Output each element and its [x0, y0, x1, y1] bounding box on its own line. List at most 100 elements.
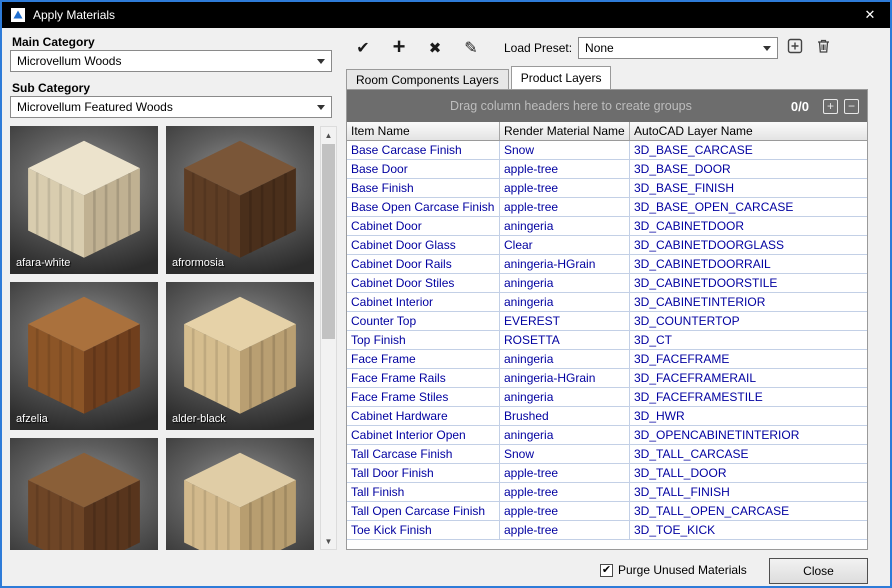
table-row[interactable]: Base Door apple-tree 3D_BASE_DOOR: [347, 160, 867, 179]
column-header[interactable]: Item Name: [347, 122, 500, 140]
table-cell[interactable]: apple-tree: [500, 521, 630, 540]
table-cell[interactable]: Tall Door Finish: [347, 464, 500, 483]
table-row[interactable]: Counter Top EVEREST 3D_COUNTERTOP: [347, 312, 867, 331]
table-cell[interactable]: ROSETTA: [500, 331, 630, 350]
table-cell[interactable]: Cabinet Interior: [347, 293, 500, 312]
table-cell[interactable]: Face Frame Rails: [347, 369, 500, 388]
table-cell[interactable]: 3D_CABINETDOORSTILE: [630, 274, 867, 293]
material-thumbnail[interactable]: [10, 438, 158, 550]
table-row[interactable]: Tall Finish apple-tree 3D_TALL_FINISH: [347, 483, 867, 502]
tab-product-layers[interactable]: Product Layers: [510, 66, 612, 89]
table-cell[interactable]: 3D_TALL_DOOR: [630, 464, 867, 483]
table-cell[interactable]: Cabinet Door Rails: [347, 255, 500, 274]
table-cell[interactable]: Tall Carcase Finish: [347, 445, 500, 464]
table-row[interactable]: Toe Kick Finish apple-tree 3D_TOE_KICK: [347, 521, 867, 540]
table-cell[interactable]: apple-tree: [500, 198, 630, 217]
title-bar[interactable]: Apply Materials ✕: [2, 2, 890, 28]
save-preset-button[interactable]: [784, 37, 806, 59]
table-cell[interactable]: 3D_FACEFRAME: [630, 350, 867, 369]
table-cell[interactable]: 3D_CABINETDOORGLASS: [630, 236, 867, 255]
table-cell[interactable]: apple-tree: [500, 160, 630, 179]
edit-button[interactable]: ✎: [456, 35, 486, 61]
table-cell[interactable]: Tall Open Carcase Finish: [347, 502, 500, 521]
column-header[interactable]: Render Material Name: [500, 122, 630, 140]
table-cell[interactable]: Cabinet Interior Open: [347, 426, 500, 445]
table-cell[interactable]: apple-tree: [500, 483, 630, 502]
table-cell[interactable]: Snow: [500, 445, 630, 464]
table-row[interactable]: Tall Open Carcase Finish apple-tree 3D_TAL…: [347, 502, 867, 521]
table-cell[interactable]: apple-tree: [500, 179, 630, 198]
scroll-down-arrow[interactable]: ▼: [321, 533, 336, 549]
table-row[interactable]: Face Frame Rails aningeria-HGrain 3D_FACEF…: [347, 369, 867, 388]
table-cell[interactable]: 3D_CT: [630, 331, 867, 350]
table-row[interactable]: Cabinet Door Rails aningeria-HGrain 3D_CAB…: [347, 255, 867, 274]
table-cell[interactable]: 3D_HWR: [630, 407, 867, 426]
table-cell[interactable]: aningeria: [500, 350, 630, 369]
table-cell[interactable]: aningeria: [500, 293, 630, 312]
close-window-button[interactable]: ✕: [850, 2, 890, 28]
expand-all-button[interactable]: +: [823, 98, 838, 114]
delete-preset-button[interactable]: [812, 37, 834, 59]
table-row[interactable]: Base Carcase Finish Snow 3D_BASE_CARCASE: [347, 141, 867, 160]
table-cell[interactable]: 3D_CABINETINTERIOR: [630, 293, 867, 312]
close-button[interactable]: Close: [769, 558, 868, 584]
table-row[interactable]: Cabinet Hardware Brushed 3D_HWR: [347, 407, 867, 426]
table-cell[interactable]: 3D_TALL_FINISH: [630, 483, 867, 502]
material-thumbnail[interactable]: afrormosia: [166, 126, 314, 274]
purge-unused-materials-checkbox[interactable]: ✔ Purge Unused Materials: [600, 563, 747, 577]
apply-button[interactable]: ✔: [348, 35, 378, 61]
table-cell[interactable]: 3D_TOE_KICK: [630, 521, 867, 540]
table-cell[interactable]: 3D_COUNTERTOP: [630, 312, 867, 331]
preset-dropdown[interactable]: None: [578, 37, 779, 59]
table-row[interactable]: Face Frame Stiles aningeria 3D_FACEFRAMEST…: [347, 388, 867, 407]
table-cell[interactable]: Base Carcase Finish: [347, 141, 500, 160]
table-cell[interactable]: aningeria: [500, 388, 630, 407]
group-by-bar[interactable]: Drag column headers here to create group…: [347, 90, 867, 122]
tab-room-components-layers[interactable]: Room Components Layers: [346, 69, 509, 89]
table-row[interactable]: Face Frame aningeria 3D_FACEFRAME: [347, 350, 867, 369]
table-cell[interactable]: Cabinet Door Stiles: [347, 274, 500, 293]
collapse-all-button[interactable]: −: [844, 98, 859, 114]
table-cell[interactable]: 3D_CABINETDOOR: [630, 217, 867, 236]
table-cell[interactable]: Snow: [500, 141, 630, 160]
table-cell[interactable]: apple-tree: [500, 502, 630, 521]
table-cell[interactable]: Cabinet Door: [347, 217, 500, 236]
table-row[interactable]: Cabinet Interior aningeria 3D_CABINETINTER…: [347, 293, 867, 312]
table-cell[interactable]: Base Door: [347, 160, 500, 179]
table-cell[interactable]: Clear: [500, 236, 630, 255]
table-cell[interactable]: Counter Top: [347, 312, 500, 331]
table-row[interactable]: Cabinet Door aningeria 3D_CABINETDOOR: [347, 217, 867, 236]
scrollbar-thumb[interactable]: [322, 144, 335, 339]
table-cell[interactable]: aningeria: [500, 217, 630, 236]
table-cell[interactable]: Top Finish: [347, 331, 500, 350]
sub-category-dropdown[interactable]: Microvellum Featured Woods: [10, 96, 332, 118]
add-button[interactable]: +: [384, 34, 414, 61]
table-row[interactable]: Tall Door Finish apple-tree 3D_TALL_DOOR: [347, 464, 867, 483]
table-cell[interactable]: 3D_TALL_OPEN_CARCASE: [630, 502, 867, 521]
table-cell[interactable]: Toe Kick Finish: [347, 521, 500, 540]
delete-button[interactable]: ✖: [420, 35, 450, 61]
table-row[interactable]: Cabinet Door Stiles aningeria 3D_CABINETDO…: [347, 274, 867, 293]
table-cell[interactable]: EVEREST: [500, 312, 630, 331]
table-cell[interactable]: Face Frame Stiles: [347, 388, 500, 407]
table-cell[interactable]: aningeria-HGrain: [500, 369, 630, 388]
table-row[interactable]: Tall Carcase Finish Snow 3D_TALL_CARCASE: [347, 445, 867, 464]
table-cell[interactable]: apple-tree: [500, 464, 630, 483]
table-cell[interactable]: 3D_BASE_OPEN_CARCASE: [630, 198, 867, 217]
table-row[interactable]: Base Finish apple-tree 3D_BASE_FINISH: [347, 179, 867, 198]
table-cell[interactable]: Face Frame: [347, 350, 500, 369]
table-cell[interactable]: aningeria: [500, 426, 630, 445]
table-cell[interactable]: 3D_TALL_CARCASE: [630, 445, 867, 464]
table-cell[interactable]: aningeria: [500, 274, 630, 293]
table-row[interactable]: Cabinet Interior Open aningeria 3D_OPENCAB…: [347, 426, 867, 445]
table-cell[interactable]: Base Finish: [347, 179, 500, 198]
thumbnail-scrollbar[interactable]: ▲ ▼: [320, 126, 337, 550]
table-cell[interactable]: 3D_FACEFRAMERAIL: [630, 369, 867, 388]
scroll-up-arrow[interactable]: ▲: [321, 127, 336, 143]
material-thumbnail[interactable]: [166, 438, 314, 550]
checkbox-checked-icon[interactable]: ✔: [600, 563, 613, 577]
table-cell[interactable]: Base Open Carcase Finish: [347, 198, 500, 217]
table-cell[interactable]: 3D_BASE_FINISH: [630, 179, 867, 198]
table-cell[interactable]: Tall Finish: [347, 483, 500, 502]
table-cell[interactable]: 3D_BASE_DOOR: [630, 160, 867, 179]
